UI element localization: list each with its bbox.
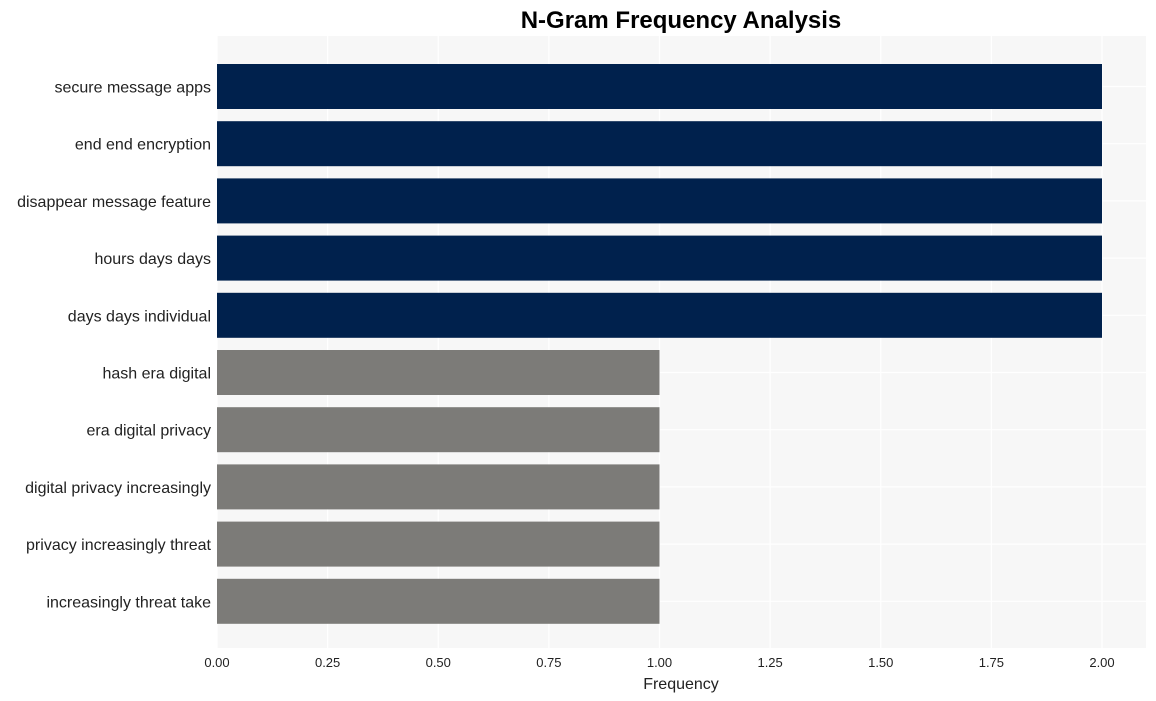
y-tick-label: end end encryption (75, 137, 211, 154)
y-tick-label: hours days days (94, 251, 211, 268)
bar (217, 521, 660, 567)
bar (217, 235, 1102, 281)
y-tick-label: disappear message feature (17, 194, 211, 211)
x-tick-label: 1.25 (757, 655, 782, 670)
bar (217, 578, 660, 624)
x-tick-label: 0.75 (536, 655, 561, 670)
ngram-bar-chart: N-Gram Frequency Analysis secure message… (17, 7, 1146, 693)
y-tick-label: increasingly threat take (46, 594, 211, 611)
x-axis-label: Frequency (643, 676, 719, 693)
bar (217, 292, 1102, 338)
bar (217, 178, 1102, 224)
y-axis-labels: secure message apps end end encryption dis… (17, 80, 211, 612)
bar (217, 407, 660, 453)
x-tick-label: 0.50 (426, 655, 451, 670)
x-tick-label: 2.00 (1089, 655, 1114, 670)
y-tick-label: era digital privacy (87, 423, 212, 440)
bar (217, 64, 1102, 109)
x-tick-label: 1.50 (868, 655, 893, 670)
x-axis-ticks: 0.00 0.25 0.50 0.75 1.00 1.25 1.50 1.75 2.00 (204, 655, 1114, 670)
y-tick-label: hash era digital (102, 366, 211, 383)
x-tick-label: 1.00 (647, 655, 672, 670)
y-tick-label: privacy increasingly threat (26, 537, 212, 554)
y-tick-label: secure message apps (54, 80, 211, 97)
chart-title: N-Gram Frequency Analysis (521, 7, 842, 34)
y-tick-label: days days individual (68, 308, 211, 325)
x-tick-label: 0.00 (204, 655, 229, 670)
x-tick-label: 1.75 (979, 655, 1004, 670)
y-tick-label: digital privacy increasingly (25, 480, 211, 497)
bar (217, 350, 660, 395)
bar (217, 121, 1102, 167)
x-tick-label: 0.25 (315, 655, 340, 670)
bar (217, 464, 660, 510)
